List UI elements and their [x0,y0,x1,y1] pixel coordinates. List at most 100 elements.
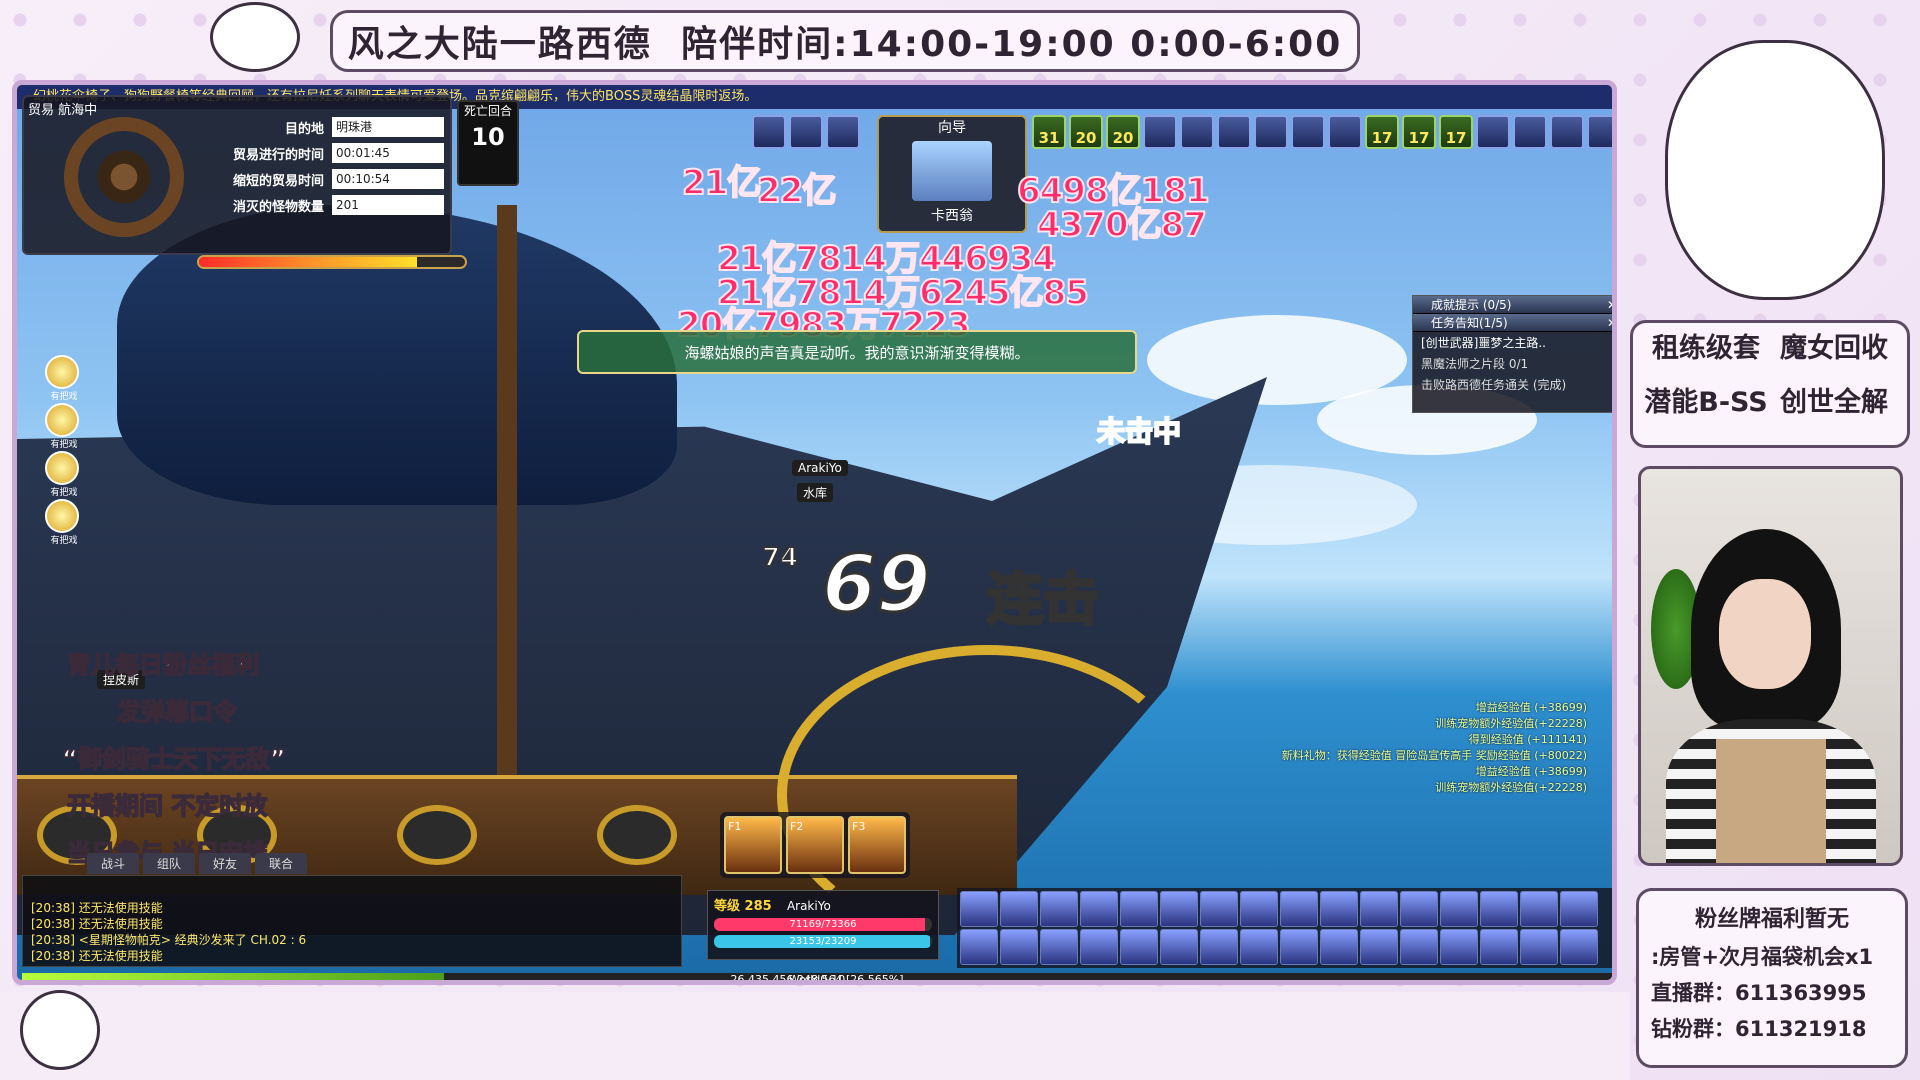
buff-icon[interactable] [1328,115,1362,149]
chat-tab[interactable]: 组队 [143,853,196,874]
chat-line: [20:38] 还无法使用技能 [31,949,163,963]
skill-slot[interactable] [1560,891,1598,927]
buff-icon[interactable] [1254,115,1288,149]
buff-icon[interactable] [1217,115,1251,149]
webcam-feed [1638,466,1903,866]
skill-slot[interactable] [1440,891,1478,927]
skill-slot[interactable] [1560,929,1598,965]
gift-icon[interactable]: 有把戏 [45,499,79,546]
buff-icon[interactable] [1180,115,1214,149]
buff-icon[interactable]: 31 [1032,115,1066,149]
exp-gain-log: 增益经验值 (+38699) 训练宠物额外经验值(+22228) 得到经验值 (… [1282,700,1587,796]
side-icon-label: 有把戏 [50,488,78,498]
skill-slot[interactable] [1000,929,1038,965]
skill-slot[interactable] [1200,891,1238,927]
fan-overlay-line: 开播期间 不定时放 [66,791,268,821]
lightbulb-icon[interactable]: 有把戏 [45,355,79,402]
buff-icon[interactable] [1143,115,1177,149]
chat-log[interactable]: [20:38] 还无法使用技能 [20:38] 还无法使用技能 [20:38] … [22,875,682,967]
buff-icon[interactable]: 17 [1439,115,1473,149]
buff-icon[interactable]: 17 [1365,115,1399,149]
skill-slot[interactable] [1000,891,1038,927]
skill-slot[interactable] [1360,929,1398,965]
trade-panel-title: 贸易 航海中 [28,103,98,118]
skill-slot[interactable] [1400,929,1438,965]
skill-slot[interactable] [1480,929,1518,965]
exp-log-line: 训练宠物额外经验值(+22228) [1435,717,1587,730]
f2-skill-slot[interactable]: F2 [786,816,844,874]
buff-icon[interactable] [826,115,860,149]
exp-log-line: 新料礼物：获得经验值 冒险岛宣传高手 奖励经验值 (+80022) [1281,749,1587,762]
skill-slot[interactable] [960,891,998,927]
skill-slot[interactable] [1520,929,1558,965]
buff-icon[interactable]: 20 [1069,115,1103,149]
buff-icon[interactable] [1587,115,1612,149]
quest-line[interactable]: [创世武器]噩梦之主路.. [1413,332,1612,353]
skill-slot[interactable] [1080,891,1118,927]
quest-panel[interactable]: 成就提示 (0/5) ✕ 任务告知(1/5) ✕ [创世武器]噩梦之主路.. 黑魔法… [1412,295,1612,413]
exp-bar: 26,435,456,248,564 [26.565%] World0-10 [22,973,1612,980]
skill-slot[interactable] [1120,891,1158,927]
death-count-label: 死亡回合 [463,104,512,118]
stream-banner: 风之大陆一路西德 陪伴时间:14:00-19:00 0:00-6:00 [330,10,1360,72]
chat-line: [20:38] 还无法使用技能 [31,917,163,931]
skill-slot[interactable] [1240,929,1278,965]
skill-slot[interactable] [1120,929,1158,965]
skill-slot[interactable] [1320,891,1358,927]
skill-slot[interactable] [1360,891,1398,927]
close-icon[interactable]: ✕ [1607,314,1612,332]
skill-slot[interactable] [960,929,998,965]
services-panel: 租练级套 魔女回收 潜能B-SS 创世全解 [1630,320,1910,448]
skill-slot[interactable] [1480,891,1518,927]
skill-slot[interactable] [1400,891,1438,927]
buff-icon[interactable] [1513,115,1547,149]
streamer-apron [1716,739,1826,863]
task-title: 任务告知(1/5) [1431,316,1508,330]
skill-slot[interactable] [1440,929,1478,965]
cannon [397,805,477,865]
buff-icon[interactable] [789,115,823,149]
game-viewport[interactable]: 幻桃花伞椅子、狗狗野餐椅等经典回顾，还有拉尼妊系列聊天表情可爱登场。品克缤翩翩乐… [12,80,1617,985]
buff-icon[interactable] [752,115,786,149]
skill-slot[interactable] [1200,929,1238,965]
skill-slot[interactable] [1160,929,1198,965]
chat-line: [20:38] <星期怪物帕克> 经典沙发来了 CH.02 : 6 [31,933,307,947]
bottom-decoration-strip [0,992,1630,1080]
buff-icon[interactable] [1476,115,1510,149]
quest-line: 黑魔法师之片段 0/1 [1421,357,1529,371]
chat-tab[interactable]: 战斗 [87,853,140,874]
skill-slot[interactable] [1280,891,1318,927]
skill-slot[interactable] [1080,929,1118,965]
mp-bar: 23153/23209 [714,935,932,948]
combo-label: 连击 [986,567,1101,635]
kuromi-mascot-top [210,2,300,72]
skill-slot[interactable] [1320,929,1358,965]
buff-icon[interactable]: 17 [1402,115,1436,149]
buff-icon[interactable] [1550,115,1584,149]
guide-title: 向导 [938,120,966,136]
function-key-bar: F1 F2 F3 [720,812,910,878]
f1-skill-slot[interactable]: F1 [724,816,782,874]
skill-slot[interactable] [1040,929,1078,965]
buff-icon[interactable]: 20 [1106,115,1140,149]
chat-tab[interactable]: 联合 [255,853,308,874]
buff-icon[interactable] [1291,115,1325,149]
chat-tab[interactable]: 好友 [199,853,252,874]
lightbulb-icon[interactable]: 有把戏 [45,403,79,450]
skill-slot[interactable] [1160,891,1198,927]
close-icon[interactable]: ✕ [1607,296,1612,314]
achievement-header[interactable]: 成就提示 (0/5) ✕ [1413,296,1612,314]
ship-durability-bar [197,255,467,269]
guide-panel[interactable]: 向导 卡西翁 [877,115,1027,233]
quest-line: 击败路西德任务通关 (完成) [1421,378,1567,392]
skill-slot[interactable] [1240,891,1278,927]
skill-slot[interactable] [1280,929,1318,965]
service-item: 潜能B-SS [1644,387,1768,418]
f3-skill-slot[interactable]: F3 [848,816,906,874]
skill-slot[interactable] [1040,891,1078,927]
star-icon[interactable]: 有把戏 [45,451,79,498]
combo-count: 69 [821,539,933,632]
kuromi-mascot-bottom [20,990,100,1070]
skill-slot[interactable] [1520,891,1558,927]
task-header[interactable]: 任务告知(1/5) ✕ [1413,314,1612,332]
